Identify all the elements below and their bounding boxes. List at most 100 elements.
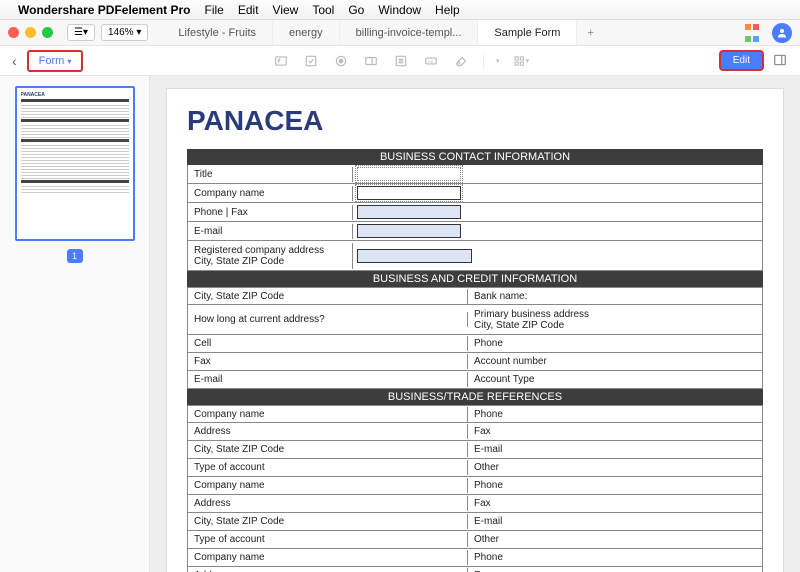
cell-left: Address bbox=[188, 496, 468, 511]
cell-right: Phone bbox=[468, 550, 762, 565]
cell-left: Company name bbox=[188, 407, 468, 422]
window-controls bbox=[8, 27, 53, 38]
table-row: FaxAccount number bbox=[187, 353, 763, 371]
cell-left: Address bbox=[188, 424, 468, 439]
new-tab-button[interactable]: + bbox=[577, 20, 603, 45]
view-mode-button[interactable]: ☰▾ bbox=[67, 24, 95, 41]
section-header-3: BUSINESS/TRADE REFERENCES bbox=[187, 389, 763, 405]
cell-left: E-mail bbox=[188, 372, 468, 387]
cell-right: Phone bbox=[468, 336, 762, 351]
button-icon[interactable]: OK bbox=[423, 53, 439, 69]
main-area: PANACEA 1 PANACEA BUSINESS CONTACT INFOR… bbox=[0, 76, 800, 572]
cell-right: Phone bbox=[468, 478, 762, 493]
tab-energy[interactable]: energy bbox=[273, 20, 340, 45]
tab-billing[interactable]: billing-invoice-templ... bbox=[340, 20, 479, 45]
checkbox-icon[interactable] bbox=[303, 53, 319, 69]
document-title: PANACEA bbox=[187, 105, 763, 137]
minimize-icon[interactable] bbox=[25, 27, 36, 38]
table-row: CellPhone bbox=[187, 335, 763, 353]
more-tools-icon[interactable]: ▾ bbox=[513, 53, 529, 69]
table-row: Company namePhone bbox=[187, 549, 763, 567]
cell-right: Other bbox=[468, 532, 762, 547]
svg-text:OK: OK bbox=[428, 59, 434, 63]
thumbnail-sidebar: PANACEA 1 bbox=[0, 76, 150, 572]
section-header-2: BUSINESS AND CREDIT INFORMATION bbox=[187, 271, 763, 287]
menu-window[interactable]: Window bbox=[378, 3, 421, 17]
label-address: Registered company address City, State Z… bbox=[188, 243, 353, 269]
zoom-icon[interactable] bbox=[42, 27, 53, 38]
cell-left: Company name bbox=[188, 550, 468, 565]
cell-left: City, State ZIP Code bbox=[188, 442, 468, 457]
back-button[interactable]: ‹ bbox=[12, 53, 17, 69]
text-field-icon[interactable] bbox=[273, 53, 289, 69]
align-icon[interactable]: ▾ bbox=[483, 53, 499, 69]
combo-icon[interactable] bbox=[363, 53, 379, 69]
label-phone: Phone | Fax bbox=[188, 205, 353, 220]
app-name[interactable]: Wondershare PDFelement Pro bbox=[18, 3, 191, 17]
menu-view[interactable]: View bbox=[273, 3, 299, 17]
cell-right: Bank name: bbox=[468, 289, 762, 304]
table-row: Company namePhone bbox=[187, 405, 763, 423]
table-row: Company namePhone bbox=[187, 477, 763, 495]
apps-icon[interactable] bbox=[744, 21, 760, 45]
document-tabs: Lifestyle - Fruits energy billing-invoic… bbox=[162, 20, 736, 45]
section-header-1: BUSINESS CONTACT INFORMATION bbox=[187, 149, 763, 165]
zoom-selector[interactable]: 146% ▾ bbox=[101, 24, 148, 41]
table-row: City, State ZIP CodeE-mail bbox=[187, 513, 763, 531]
cell-right: Fax bbox=[468, 568, 762, 572]
cell-left: Cell bbox=[188, 336, 468, 351]
table-row: AddressFax bbox=[187, 567, 763, 572]
label-company: Company name bbox=[188, 186, 353, 201]
signature-icon[interactable] bbox=[453, 53, 469, 69]
cell-right: Phone bbox=[468, 407, 762, 422]
edit-button[interactable]: Edit bbox=[719, 50, 764, 71]
menu-file[interactable]: File bbox=[205, 3, 224, 17]
page-number-badge[interactable]: 1 bbox=[67, 249, 83, 263]
table-row: How long at current address?Primary busi… bbox=[187, 305, 763, 335]
table-row: Type of accountOther bbox=[187, 531, 763, 549]
cell-right: Fax bbox=[468, 496, 762, 511]
menu-edit[interactable]: Edit bbox=[238, 3, 259, 17]
tab-sample-form[interactable]: Sample Form bbox=[478, 20, 577, 45]
cell-right: Account number bbox=[468, 354, 762, 369]
field-company[interactable] bbox=[357, 186, 461, 200]
cell-right: E-mail bbox=[468, 514, 762, 529]
cell-left: How long at current address? bbox=[188, 312, 468, 327]
table-row: E-mailAccount Type bbox=[187, 371, 763, 389]
form-dropdown-button[interactable]: Form ▾ bbox=[27, 50, 84, 72]
field-title[interactable] bbox=[357, 167, 461, 181]
cell-left: Type of account bbox=[188, 460, 468, 475]
panel-toggle-icon[interactable] bbox=[772, 53, 788, 69]
close-icon[interactable] bbox=[8, 27, 19, 38]
table-row: City, State ZIP CodeE-mail bbox=[187, 441, 763, 459]
field-email[interactable] bbox=[357, 224, 461, 238]
cell-right: Other bbox=[468, 460, 762, 475]
menubar: Wondershare PDFelement Pro File Edit Vie… bbox=[0, 0, 800, 20]
radio-icon[interactable] bbox=[333, 53, 349, 69]
table-row: AddressFax bbox=[187, 495, 763, 513]
list-icon[interactable] bbox=[393, 53, 409, 69]
menu-help[interactable]: Help bbox=[435, 3, 460, 17]
cell-left: Address bbox=[188, 568, 468, 572]
menu-tool[interactable]: Tool bbox=[312, 3, 334, 17]
titlebar: ☰▾ 146% ▾ Lifestyle - Fruits energy bill… bbox=[0, 20, 800, 46]
document-page: PANACEA BUSINESS CONTACT INFORMATION Tit… bbox=[166, 88, 784, 572]
toolbar: ‹ Form ▾ OK ▾ ▾ Edit bbox=[0, 46, 800, 76]
cell-left: Fax bbox=[188, 354, 468, 369]
cell-left: City, State ZIP Code bbox=[188, 514, 468, 529]
menu-go[interactable]: Go bbox=[348, 3, 364, 17]
tab-lifestyle[interactable]: Lifestyle - Fruits bbox=[162, 20, 273, 45]
page-thumbnail[interactable]: PANACEA bbox=[15, 86, 135, 241]
cell-right: Primary business addressCity, State ZIP … bbox=[468, 307, 762, 333]
table-row: AddressFax bbox=[187, 423, 763, 441]
field-address[interactable] bbox=[357, 249, 472, 263]
table-row: Type of accountOther bbox=[187, 459, 763, 477]
field-phone[interactable] bbox=[357, 205, 461, 219]
user-avatar-icon[interactable] bbox=[772, 23, 792, 43]
cell-left: Type of account bbox=[188, 532, 468, 547]
document-viewport[interactable]: PANACEA BUSINESS CONTACT INFORMATION Tit… bbox=[150, 76, 800, 572]
label-email: E-mail bbox=[188, 224, 353, 239]
cell-right: Account Type bbox=[468, 372, 762, 387]
table-row: City, State ZIP CodeBank name: bbox=[187, 287, 763, 305]
label-title: Title bbox=[188, 167, 353, 182]
